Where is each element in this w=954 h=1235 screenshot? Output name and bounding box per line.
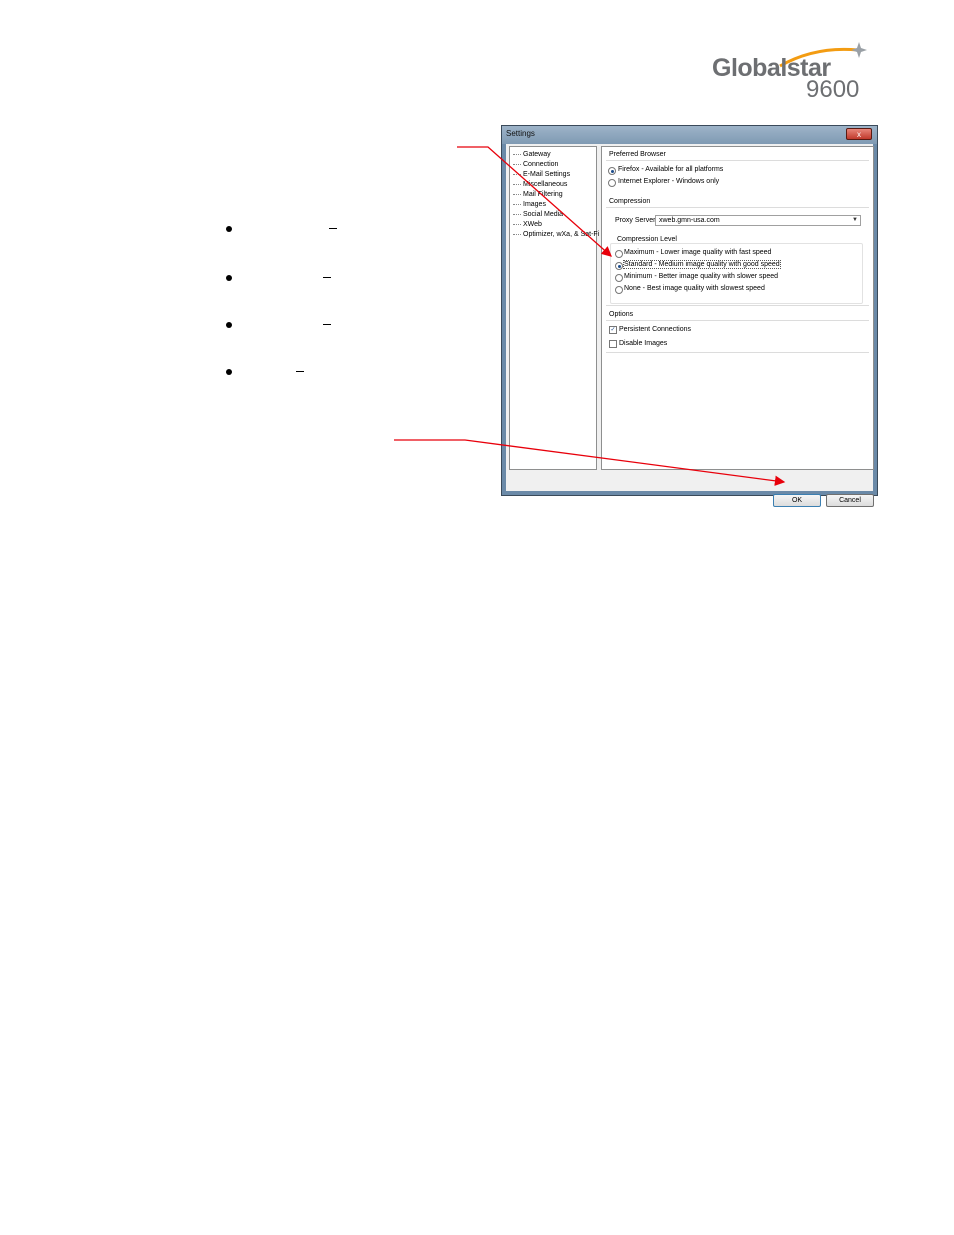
settings-dialog: Settings x Gateway Connection E-Mail Set… [501, 125, 878, 507]
dash [296, 371, 304, 372]
tree-item-label: Mail Filtering [523, 191, 563, 198]
list-item [226, 318, 366, 334]
persistent-connections-label[interactable]: Persistent Connections [619, 326, 691, 333]
none-radio[interactable] [615, 286, 623, 294]
tree-item-label: Gateway [523, 151, 551, 158]
internet-explorer-label[interactable]: Internet Explorer - Windows only [618, 178, 719, 185]
tree-item-label: Optimizer, wXa, & Sat-Fi [523, 231, 600, 238]
tree-item-label: Social Media [523, 211, 564, 218]
proxy-server-value: xweb.gmn-usa.com [659, 217, 720, 224]
maximum-label[interactable]: Maximum - Lower image quality with fast … [624, 249, 771, 256]
preferred-browser-title: Preferred Browser [609, 151, 666, 158]
divider [606, 352, 869, 353]
tree-item-label: Connection [523, 161, 559, 168]
tree-item-email-settings[interactable]: E-Mail Settings [513, 171, 570, 178]
options-title: Options [609, 311, 634, 318]
list-item [226, 271, 366, 287]
divider [606, 160, 869, 161]
dash [329, 228, 337, 229]
divider [606, 320, 869, 321]
standard-radio[interactable] [615, 262, 623, 270]
tree-item-xweb[interactable]: XWeb [513, 221, 542, 228]
tree-item-optimizer[interactable]: Optimizer, wXa, & Sat-Fi [513, 231, 599, 238]
compression-level-title: Compression Level [617, 236, 677, 243]
firefox-label[interactable]: Firefox - Available for all platforms [618, 166, 723, 173]
tree-item-mail-filtering[interactable]: Mail Filtering [513, 191, 563, 198]
minimum-label[interactable]: Minimum - Better image quality with slow… [624, 273, 778, 280]
tree-item-label: XWeb [523, 221, 542, 228]
logo-model: 9600 [806, 76, 860, 103]
standard-label[interactable]: Standard - Medium image quality with goo… [623, 260, 781, 269]
close-button[interactable]: x [846, 128, 872, 140]
bullet-dot [226, 322, 232, 328]
minimum-radio[interactable] [615, 274, 623, 282]
globalstar-logo: Globalstar 9600 [710, 40, 870, 110]
list-item [226, 365, 366, 381]
bullet-dot [226, 226, 232, 232]
disable-images-checkbox[interactable] [609, 340, 617, 348]
tree-item-label: Miscellaneous [523, 181, 568, 188]
tree-item-connection[interactable]: Connection [513, 161, 558, 168]
persistent-connections-checkbox[interactable]: ✓ [609, 326, 617, 334]
settings-tree: Gateway Connection E-Mail Settings Misce… [509, 146, 599, 470]
bullet-dot [226, 275, 232, 281]
none-label[interactable]: None - Best image quality with slowest s… [624, 285, 765, 292]
dialog-client: Gateway Connection E-Mail Settings Misce… [506, 144, 874, 507]
dash [323, 324, 331, 325]
title-bar[interactable]: Settings x [502, 126, 877, 144]
tree-item-label: E-Mail Settings [523, 171, 571, 178]
dash [323, 277, 331, 278]
proxy-server-label: Proxy Server [615, 217, 656, 224]
firefox-radio[interactable] [608, 167, 616, 175]
ok-button[interactable]: OK [773, 494, 821, 507]
maximum-radio[interactable] [615, 250, 623, 258]
tree-item-label: Images [523, 201, 546, 208]
tree-item-miscellaneous[interactable]: Miscellaneous [513, 181, 567, 188]
disable-images-label[interactable]: Disable Images [619, 340, 667, 347]
divider [606, 305, 869, 306]
list-item [226, 222, 366, 238]
compression-title: Compression [609, 198, 651, 205]
tree-item-gateway[interactable]: Gateway [513, 151, 551, 158]
divider [606, 207, 869, 208]
proxy-server-select[interactable]: xweb.gmn-usa.com ▼ [655, 215, 861, 226]
settings-panel: Preferred Browser Firefox - Available fo… [601, 146, 874, 470]
tree-item-images[interactable]: Images [513, 201, 546, 208]
dialog-title: Settings [506, 129, 535, 138]
cancel-button[interactable]: Cancel [826, 494, 874, 507]
chevron-down-icon[interactable]: ▼ [852, 217, 858, 223]
bullet-dot [226, 369, 232, 375]
internet-explorer-radio[interactable] [608, 179, 616, 187]
tree-item-social-media[interactable]: Social Media [513, 211, 563, 218]
